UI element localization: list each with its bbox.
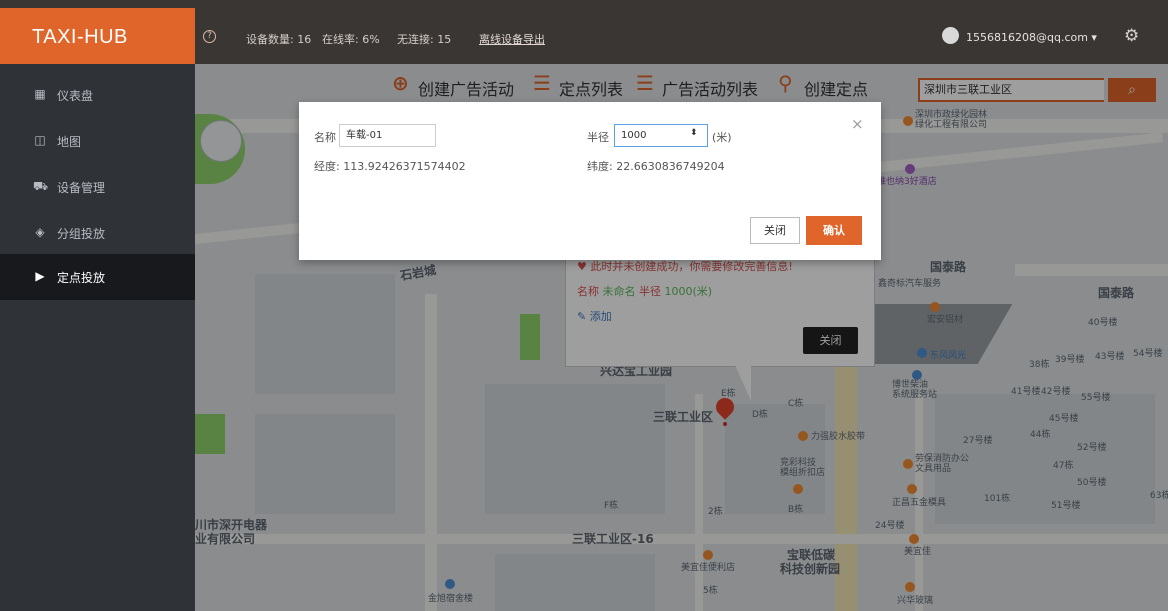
map-icon: ◫ <box>34 133 46 147</box>
sidebar-item-group[interactable]: ◈ 分组投放 <box>0 210 195 256</box>
play-icon: ▶ <box>35 269 45 283</box>
user-avatar[interactable] <box>942 27 959 44</box>
close-icon[interactable]: × <box>851 115 864 133</box>
user-menu[interactable]: 1556816208@qq.com ▾ <box>966 31 1097 44</box>
question-circle-icon[interactable]: ? <box>203 30 216 43</box>
brand-text: TAXI-HUB <box>32 26 128 48</box>
offline-export-link[interactable]: 离线设备导出 <box>479 31 545 47</box>
sidebar-item-devices[interactable]: ⛟ 设备管理 <box>0 164 195 210</box>
sidebar-item-label: 分组投放 <box>57 227 106 241</box>
device-count: 设备数量: 16 <box>246 33 312 46</box>
car-icon: ⛟ <box>33 179 49 193</box>
gear-icon[interactable]: ⚙ <box>1124 26 1139 46</box>
sidebar-item-dashboard[interactable]: ▦ 仪表盘 <box>0 72 195 118</box>
sidebar-item-label: 地图 <box>57 135 82 149</box>
radius-label: 半径 <box>587 131 609 144</box>
sidebar-item-label: 定点投放 <box>57 271 106 285</box>
dashboard-icon: ▦ <box>34 87 46 101</box>
no-connection-count: 无连接: 15 <box>397 33 452 46</box>
name-input-value: 车载-01 <box>346 130 383 141</box>
brand-logo[interactable]: TAXI-HUB <box>0 8 195 64</box>
name-label: 名称 <box>314 131 336 144</box>
sidebar-item-label: 设备管理 <box>57 181 106 195</box>
close-button[interactable]: 关闭 <box>750 217 800 244</box>
radius-unit: (米) <box>712 131 732 144</box>
online-rate: 在线率: 6% <box>322 33 380 46</box>
sidebar-item-point-delivery[interactable]: ▶ 定点投放 <box>0 254 195 300</box>
latitude-text: 纬度: 22.6630836749204 <box>587 160 725 173</box>
longitude-text: 经度: 113.92426371574402 <box>314 160 466 173</box>
spinner-arrows-icon[interactable]: ⬍ <box>690 128 698 138</box>
name-input[interactable]: 车载-01 <box>339 124 436 147</box>
radius-input-value: 1000 <box>621 130 647 141</box>
group-icon: ◈ <box>35 225 45 239</box>
sidebar-item-map[interactable]: ◫ 地图 <box>0 118 195 164</box>
confirm-button[interactable]: 确认 <box>806 216 862 245</box>
sidebar-item-label: 仪表盘 <box>57 89 94 103</box>
